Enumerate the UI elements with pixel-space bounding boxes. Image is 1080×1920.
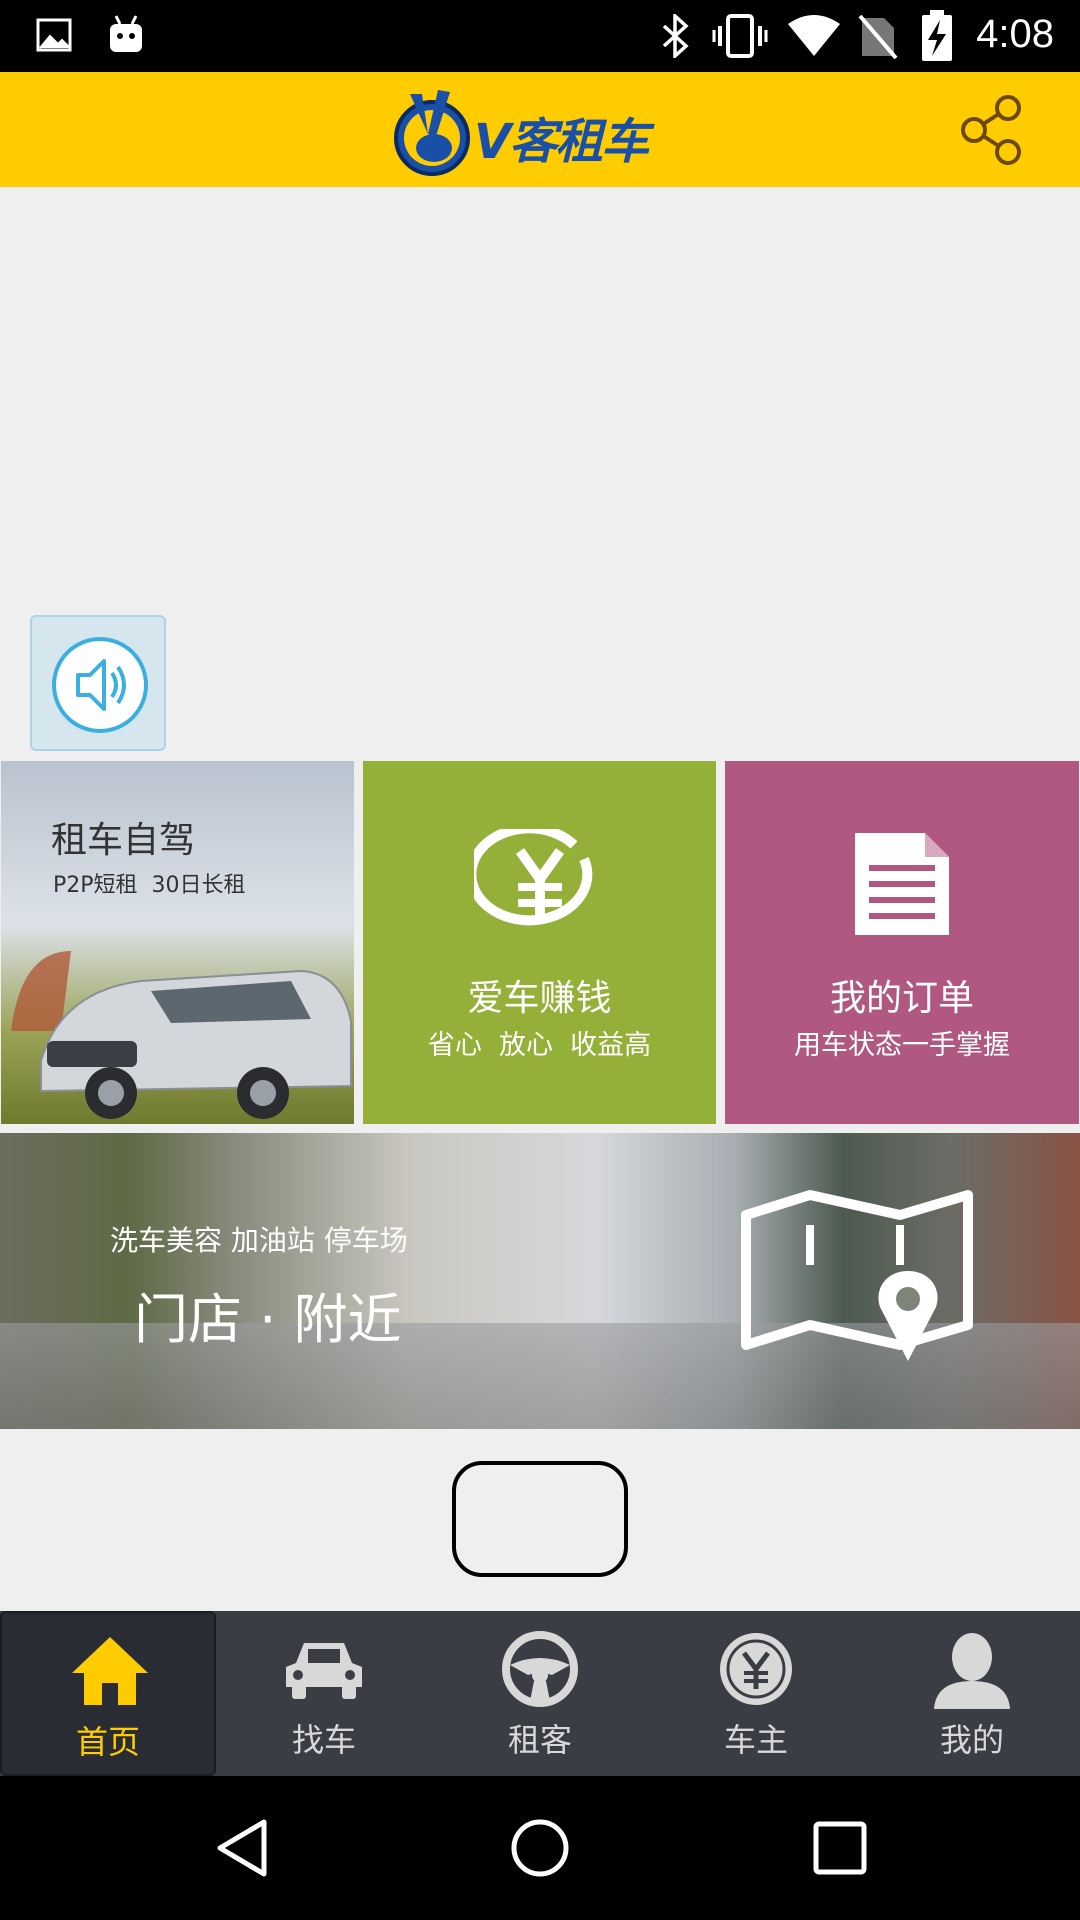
document-icon: [855, 833, 949, 935]
status-bar: 4:08: [0, 0, 1080, 72]
tab-renter-label: 租客: [507, 1721, 572, 1759]
tab-home[interactable]: 首页: [0, 1611, 216, 1776]
app-logo: V客租车: [392, 84, 692, 179]
home-icon: [72, 1637, 148, 1705]
tab-owner[interactable]: 车主: [648, 1611, 864, 1776]
tab-home-label: 首页: [75, 1723, 140, 1761]
speaker-icon: [52, 637, 148, 733]
no-sim-icon: [858, 14, 898, 60]
banner-area[interactable]: [0, 187, 1080, 607]
clock: 4:08: [976, 12, 1054, 56]
yen-coin-icon: [720, 1633, 792, 1705]
nearby-subtitle: 洗车美容 加油站 停车场: [110, 1224, 408, 1257]
tile-rent-subtitle: P2P短租 30日长租: [53, 873, 246, 898]
tile-rent-self-drive[interactable]: 租车自驾 P2P短租 30日长租: [1, 761, 354, 1124]
vibrate-icon: [712, 14, 768, 58]
tile-rent-title: 租车自驾: [51, 820, 196, 861]
nearby-title: 门店 · 附近: [134, 1288, 402, 1351]
map-location-icon: [741, 1190, 973, 1361]
tile-earn-title: 爱车赚钱: [467, 978, 612, 1019]
home-nav-icon[interactable]: [510, 1818, 570, 1878]
tab-renter[interactable]: 租客: [432, 1611, 648, 1776]
wifi-icon: [788, 15, 840, 56]
nearby-stores-banner[interactable]: 洗车美容 加油站 停车场 门店 · 附近: [0, 1133, 1080, 1429]
tab-find-car[interactable]: 找车: [216, 1611, 432, 1776]
tile-orders-subtitle: 用车状态一手掌握: [794, 1030, 1010, 1061]
sound-button[interactable]: [30, 615, 166, 751]
bluetooth-icon: [662, 14, 689, 58]
tab-mine-label: 我的: [939, 1721, 1004, 1759]
recents-icon[interactable]: [812, 1820, 868, 1876]
tab-mine[interactable]: 我的: [864, 1611, 1080, 1776]
image-icon: [36, 18, 72, 52]
share-icon[interactable]: [958, 94, 1024, 166]
home-content: 租车自驾 P2P短租 30日长租 爱车赚钱 省心 放心 收益高 我的订单 用车状…: [0, 187, 1080, 1610]
bottom-tab-bar: 首页 找车 租客 车主 我的: [0, 1611, 1080, 1776]
system-nav-bar: [0, 1776, 1080, 1920]
car-photo: [11, 951, 352, 1119]
person-icon: [934, 1633, 1010, 1709]
tile-car-earn-money[interactable]: 爱车赚钱 省心 放心 收益高: [363, 761, 716, 1124]
android-icon: [110, 15, 142, 52]
back-icon[interactable]: [212, 1816, 272, 1880]
yen-circle-icon: [474, 829, 593, 926]
steering-wheel-icon: [502, 1631, 578, 1707]
tile-my-orders[interactable]: 我的订单 用车状态一手掌握: [725, 761, 1079, 1124]
center-action-button[interactable]: [452, 1461, 628, 1577]
tab-owner-label: 车主: [723, 1721, 788, 1759]
tile-orders-title: 我的订单: [829, 978, 974, 1019]
tab-find-car-label: 找车: [291, 1721, 356, 1759]
car-icon: [286, 1643, 362, 1699]
logo-text: V客租车: [474, 114, 649, 170]
app-header: V客租车: [0, 72, 1080, 187]
battery-charging-icon: [922, 10, 952, 61]
tile-earn-subtitle: 省心 放心 收益高: [427, 1030, 652, 1061]
